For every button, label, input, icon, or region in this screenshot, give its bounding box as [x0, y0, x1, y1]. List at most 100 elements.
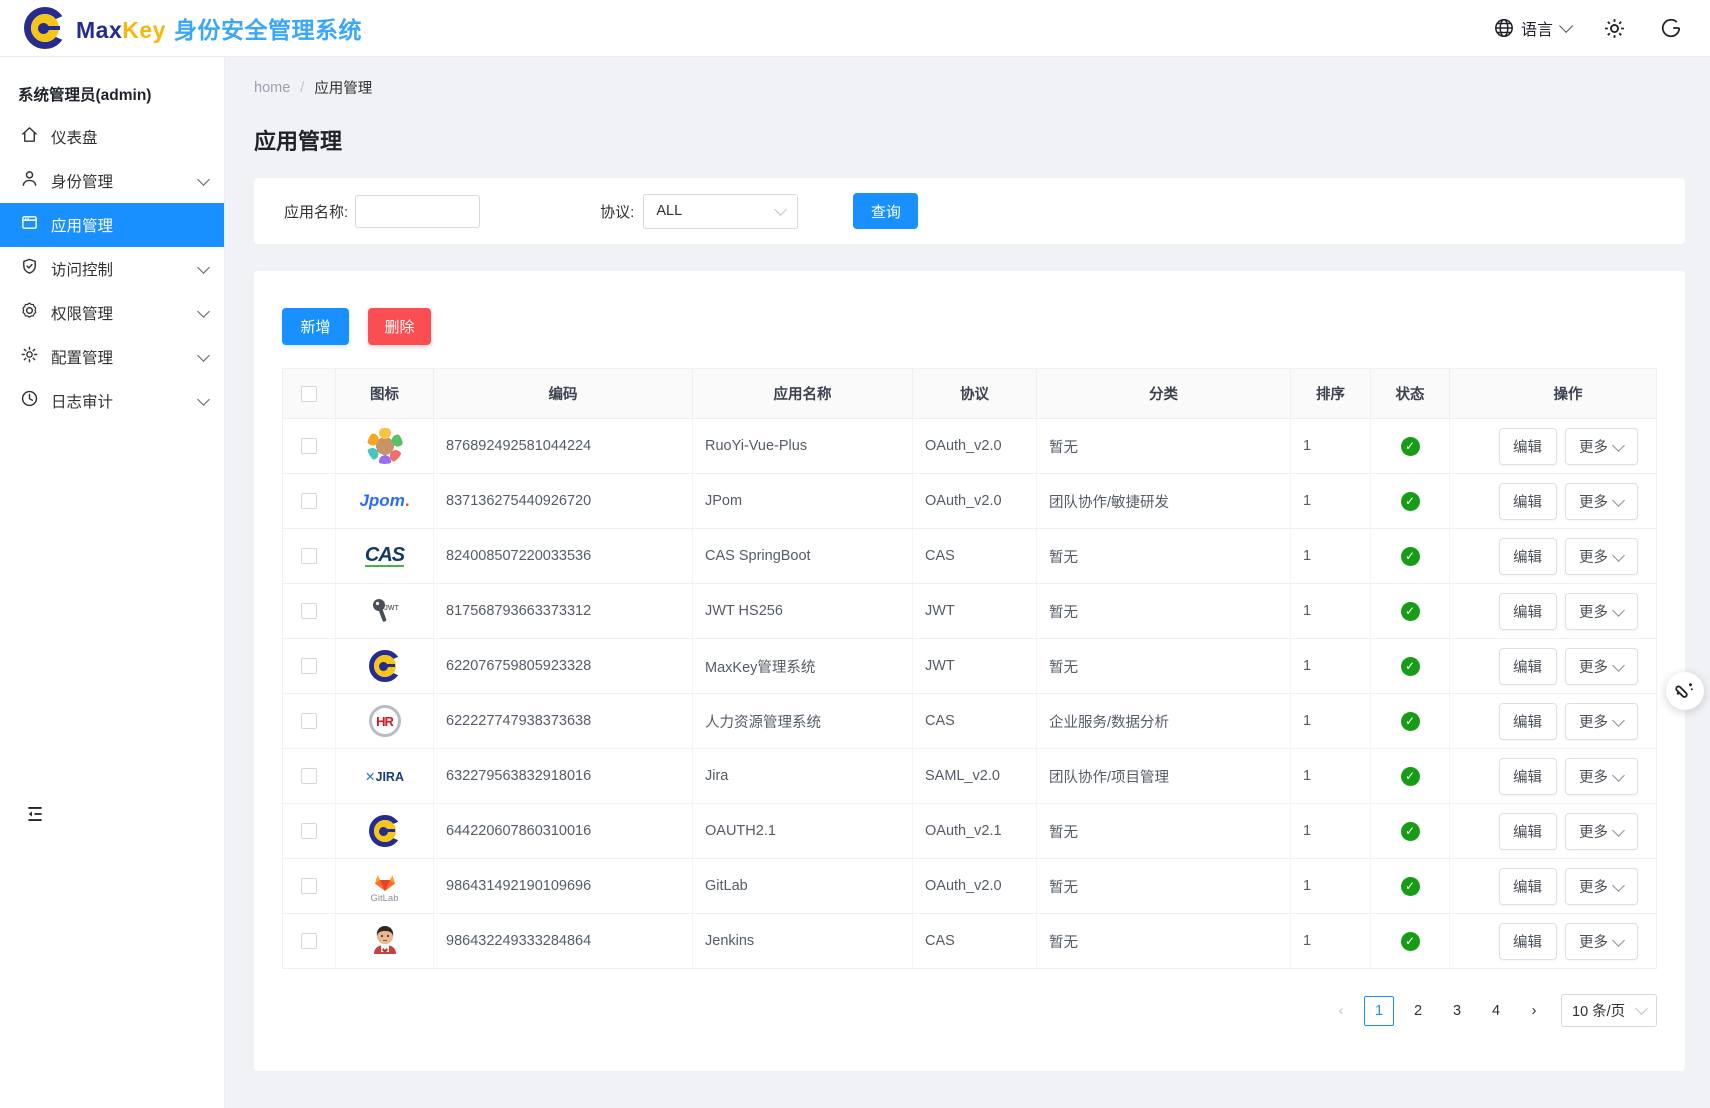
more-button[interactable]: 更多 — [1565, 868, 1638, 905]
edit-button[interactable]: 编辑 — [1499, 483, 1557, 520]
sidebar-item-label: 日志审计 — [51, 390, 187, 412]
status-enabled-icon: ✓ — [1401, 822, 1420, 841]
magic-wand-fab[interactable] — [1666, 672, 1704, 710]
edit-button[interactable]: 编辑 — [1499, 428, 1557, 465]
app-name: 人力资源管理系统 — [693, 694, 913, 748]
more-button[interactable]: 更多 — [1565, 923, 1638, 960]
page-button-1[interactable]: 1 — [1364, 996, 1394, 1026]
user-icon — [20, 169, 39, 193]
app-code: 986432249333284864 — [434, 914, 693, 968]
app-name-input[interactable] — [355, 195, 480, 228]
row-checkbox[interactable] — [301, 603, 317, 619]
sidebar: 系统管理员(admin) 仪表盘 身份管理 应用管理 访问控制 权限管理 配置管… — [0, 57, 225, 1108]
col-category: 分类 — [1037, 369, 1291, 418]
collapse-sidebar-button[interactable] — [24, 803, 46, 828]
sidebar-item-6[interactable]: 日志审计 — [0, 379, 224, 423]
breadcrumb: home / 应用管理 — [254, 77, 1685, 98]
chevron-down-icon — [774, 203, 787, 216]
col-status: 状态 — [1371, 369, 1450, 418]
row-checkbox[interactable] — [301, 823, 317, 839]
filter-card: 应用名称: 协议: ALL 查询 — [254, 178, 1685, 244]
status-enabled-icon: ✓ — [1401, 767, 1420, 786]
maxkey-app-icon — [363, 644, 407, 688]
add-button[interactable]: 新增 — [282, 308, 349, 345]
status-enabled-icon: ✓ — [1401, 657, 1420, 676]
sidebar-item-0[interactable]: 仪表盘 — [0, 115, 224, 159]
row-checkbox[interactable] — [301, 493, 317, 509]
settings-button[interactable] — [1603, 17, 1626, 40]
cas-app-icon: CAS — [363, 534, 407, 578]
sidebar-item-1[interactable]: 身份管理 — [0, 159, 224, 203]
logout-button[interactable] — [1660, 17, 1682, 39]
app-name-label: 应用名称: — [284, 201, 348, 222]
edit-button[interactable]: 编辑 — [1499, 923, 1557, 960]
app-sort: 1 — [1291, 584, 1371, 638]
more-button[interactable]: 更多 — [1565, 593, 1638, 630]
edit-button[interactable]: 编辑 — [1499, 813, 1557, 850]
language-switcher[interactable]: 语言 — [1493, 16, 1569, 40]
delete-button[interactable]: 删除 — [368, 308, 431, 345]
app-category: 暂无 — [1037, 584, 1291, 638]
page-size-value: 10 条/页 — [1572, 1000, 1625, 1021]
edit-button[interactable]: 编辑 — [1499, 538, 1557, 575]
sidebar-item-label: 身份管理 — [51, 170, 187, 192]
sidebar-item-5[interactable]: 配置管理 — [0, 335, 224, 379]
edit-button[interactable]: 编辑 — [1499, 648, 1557, 685]
edit-button[interactable]: 编辑 — [1499, 868, 1557, 905]
row-checkbox[interactable] — [301, 548, 317, 564]
table-card: 新增 删除 图标 编码 应用名称 协议 分类 排序 状态 操作 87689249… — [254, 271, 1685, 1071]
app-sort: 1 — [1291, 914, 1371, 968]
sidebar-item-3[interactable]: 访问控制 — [0, 247, 224, 291]
app-code: 986431492190109696 — [434, 859, 693, 913]
status-enabled-icon: ✓ — [1401, 437, 1420, 456]
row-checkbox[interactable] — [301, 438, 317, 454]
more-button[interactable]: 更多 — [1565, 428, 1638, 465]
page-size-select[interactable]: 10 条/页 — [1561, 994, 1657, 1027]
edit-button[interactable]: 编辑 — [1499, 703, 1557, 740]
page-title: 应用管理 — [254, 124, 1685, 156]
chevron-down-icon — [1559, 19, 1573, 33]
breadcrumb-home-link[interactable]: home — [254, 80, 290, 96]
app-code: 644220607860310016 — [434, 804, 693, 858]
app-category: 企业服务/数据分析 — [1037, 694, 1291, 748]
row-checkbox[interactable] — [301, 933, 317, 949]
more-button[interactable]: 更多 — [1565, 703, 1638, 740]
more-button[interactable]: 更多 — [1565, 648, 1638, 685]
more-button[interactable]: 更多 — [1565, 813, 1638, 850]
app-code: 824008507220033536 — [434, 529, 693, 583]
more-button[interactable]: 更多 — [1565, 758, 1638, 795]
prev-page-button[interactable]: ‹ — [1327, 1002, 1355, 1019]
search-button[interactable]: 查询 — [853, 193, 918, 229]
row-checkbox[interactable] — [301, 658, 317, 674]
apps-icon — [20, 213, 39, 237]
sidebar-item-2[interactable]: 应用管理 — [0, 203, 224, 247]
row-checkbox[interactable] — [301, 878, 317, 894]
sidebar-item-4[interactable]: 权限管理 — [0, 291, 224, 335]
next-page-button[interactable]: › — [1520, 1002, 1548, 1019]
brand: MaxKey身份安全管理系统 — [24, 7, 362, 49]
language-label: 语言 — [1521, 16, 1553, 40]
page-button-3[interactable]: 3 — [1442, 996, 1472, 1026]
page-button-4[interactable]: 4 — [1481, 996, 1511, 1026]
app-name: OAUTH2.1 — [693, 804, 913, 858]
row-checkbox[interactable] — [301, 768, 317, 784]
edit-button[interactable]: 编辑 — [1499, 593, 1557, 630]
row-checkbox[interactable] — [301, 713, 317, 729]
protocol-select[interactable]: ALL — [643, 194, 798, 229]
app-name: CAS SpringBoot — [693, 529, 913, 583]
status-enabled-icon: ✓ — [1401, 712, 1420, 731]
chevron-down-icon — [1612, 494, 1625, 507]
sidebar-item-label: 权限管理 — [51, 302, 187, 324]
more-button[interactable]: 更多 — [1565, 538, 1638, 575]
edit-button[interactable]: 编辑 — [1499, 758, 1557, 795]
select-all-checkbox[interactable] — [301, 386, 317, 402]
app-protocol: OAuth_v2.0 — [913, 859, 1037, 913]
more-button[interactable]: 更多 — [1565, 483, 1638, 520]
jira-app-icon: ✕JIRA — [363, 754, 407, 798]
protocol-label: 协议: — [600, 201, 634, 222]
page-button-2[interactable]: 2 — [1403, 996, 1433, 1026]
table-row: HR 622227747938373638 人力资源管理系统 CAS 企业服务/… — [283, 694, 1656, 749]
breadcrumb-current: 应用管理 — [314, 77, 372, 98]
sidebar-item-label: 配置管理 — [51, 346, 187, 368]
chevron-down-icon — [1612, 604, 1625, 617]
